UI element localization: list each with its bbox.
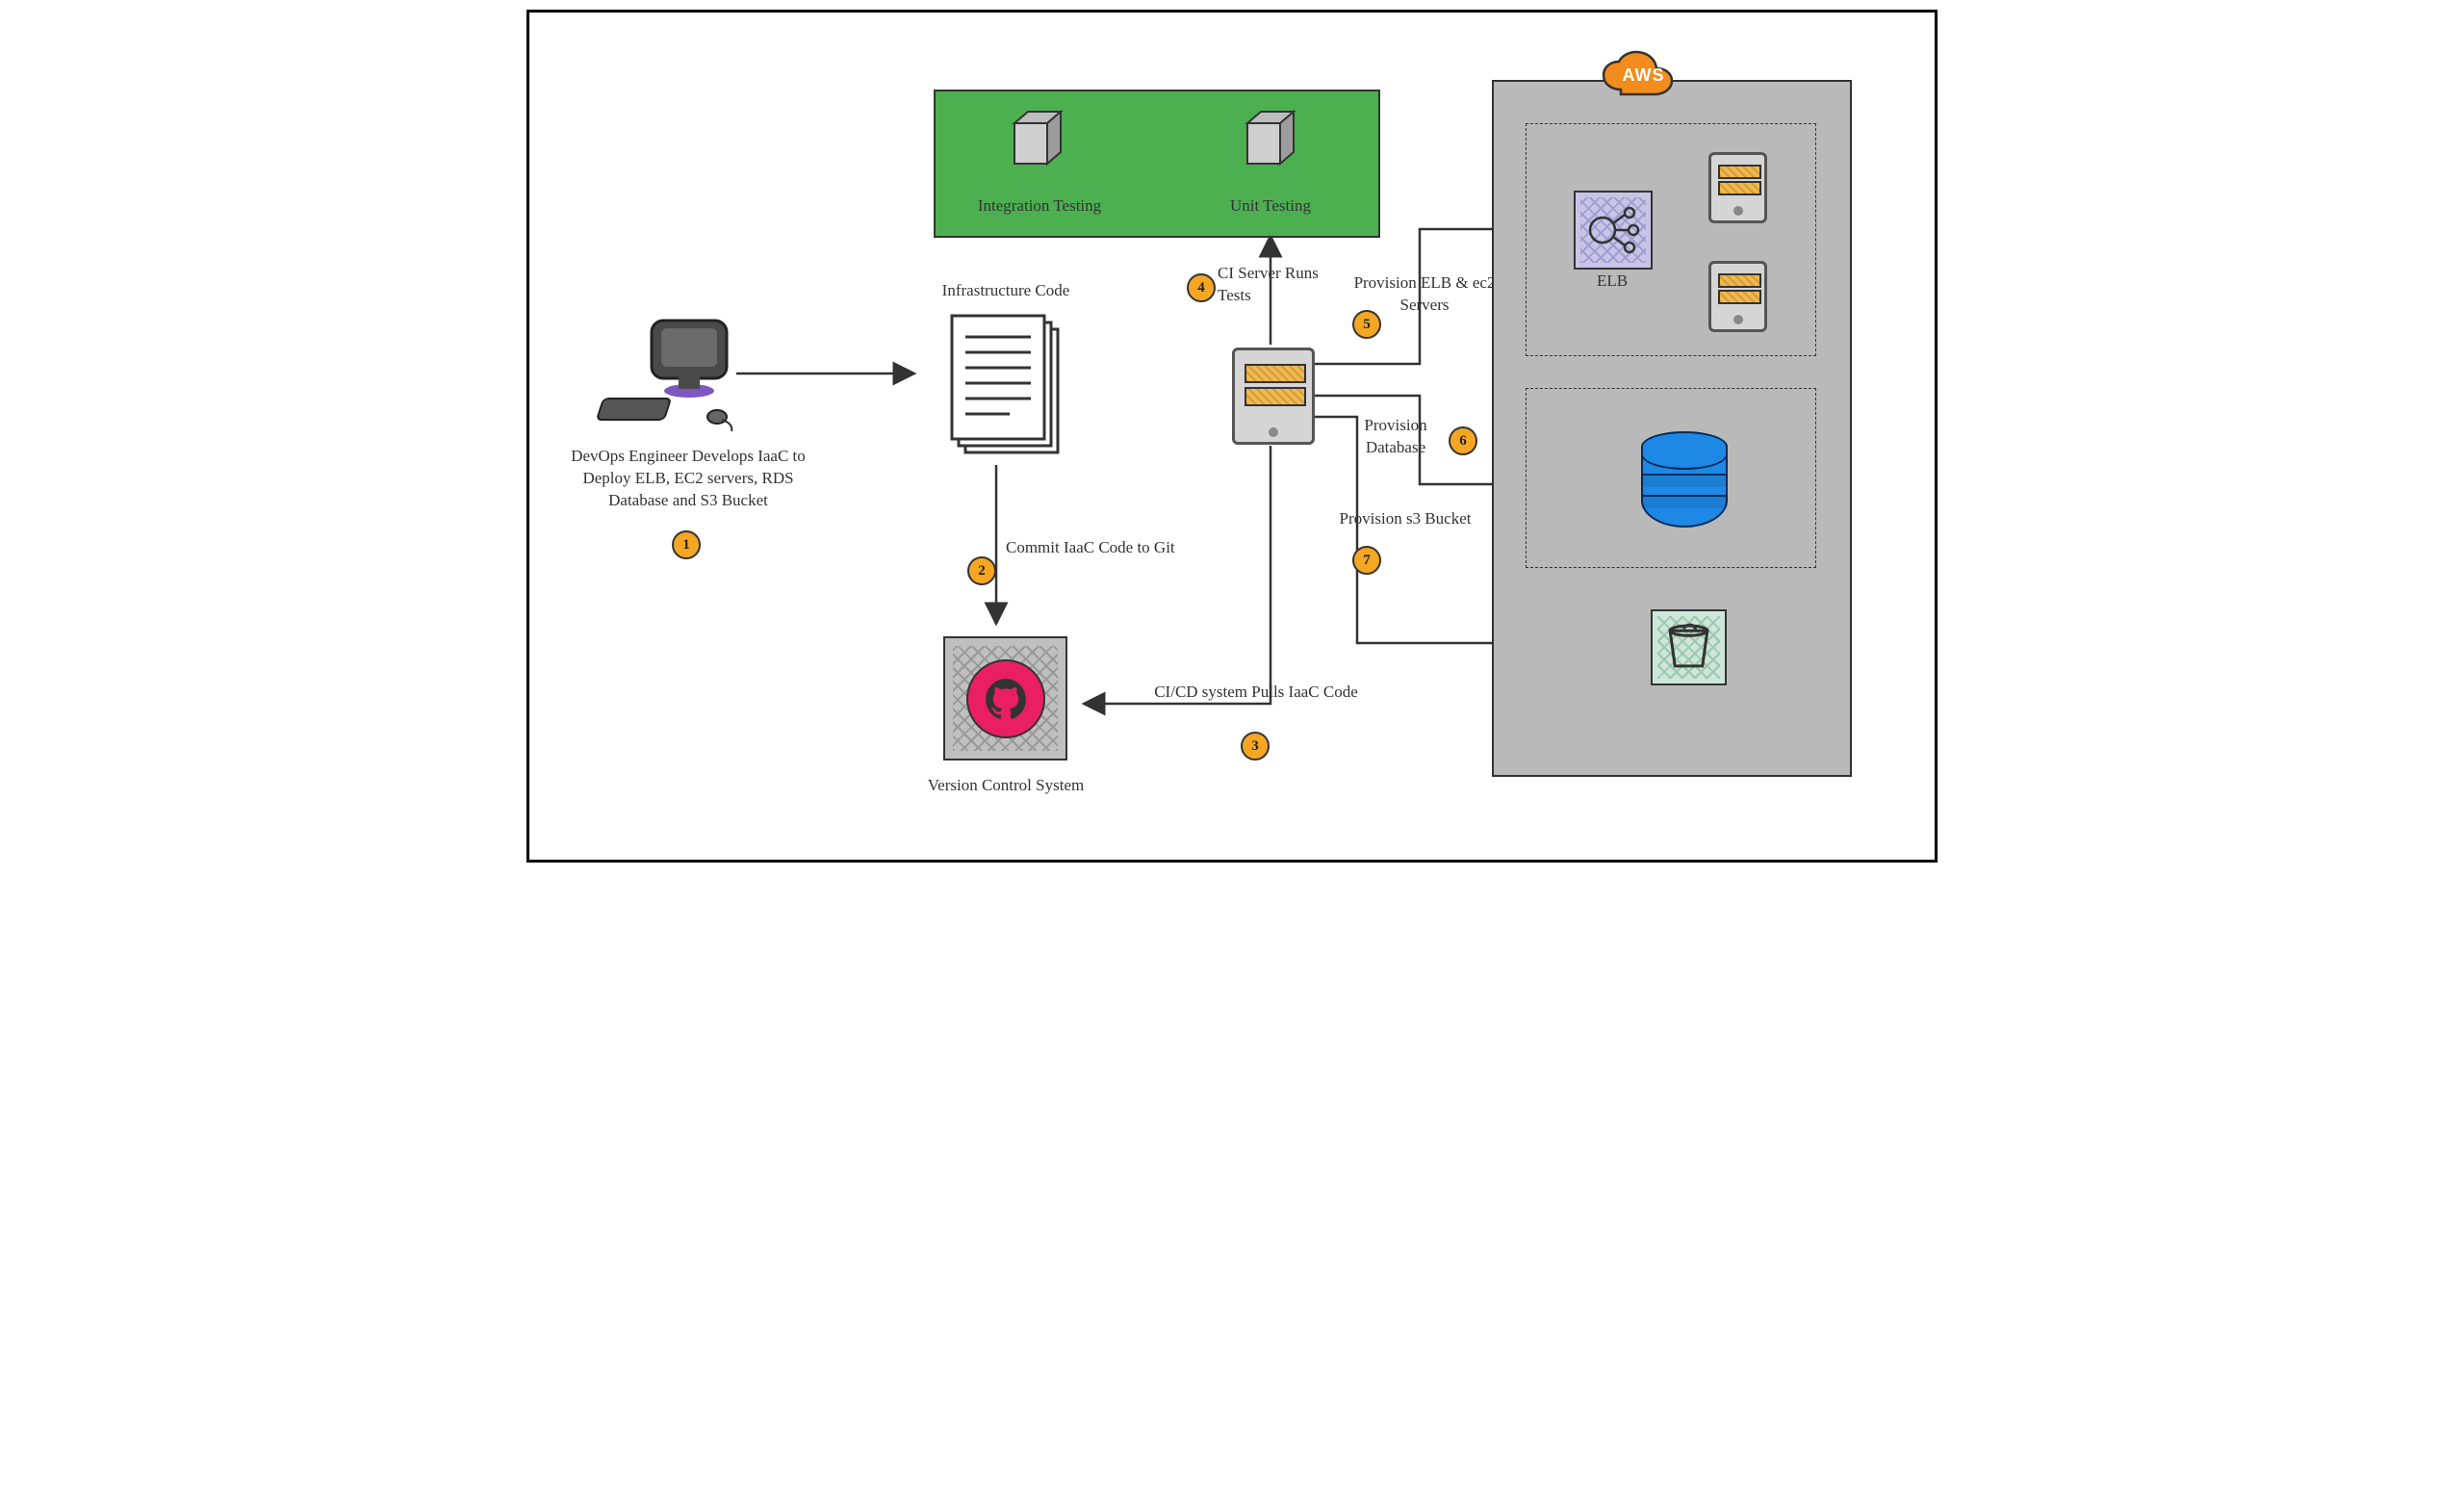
step-3-label: CI/CD system Pulls IaaC Code xyxy=(1150,682,1362,704)
devops-workstation-icon xyxy=(621,316,746,431)
unit-testing-label: Unit Testing xyxy=(1198,195,1343,218)
step-4-label: CI Server Runs Tests xyxy=(1218,263,1352,307)
ec2-server-1-icon xyxy=(1708,152,1767,223)
ec2-server-2-icon xyxy=(1708,261,1767,332)
infra-code-label: Infrastructure Code xyxy=(910,280,1102,302)
aws-rds-icon xyxy=(1641,431,1728,528)
step-2-badge: 2 xyxy=(967,556,996,585)
diagram-canvas: Integration Testing Unit Testing DevOps … xyxy=(526,10,1938,863)
git-vcs-icon xyxy=(943,636,1067,760)
aws-badge-label: AWS xyxy=(1612,65,1675,86)
integration-testing-label: Integration Testing xyxy=(948,195,1131,218)
step-1-label: DevOps Engineer Develops IaaC to Deploy … xyxy=(563,446,813,512)
aws-compute-group xyxy=(1526,123,1816,356)
step-5-badge: 5 xyxy=(1352,310,1381,339)
ci-cd-server-icon xyxy=(1232,348,1315,445)
infrastructure-code-icon xyxy=(929,304,1078,468)
elb-label: ELB xyxy=(1583,271,1641,293)
step-7-badge: 7 xyxy=(1352,546,1381,575)
step-1-badge: 1 xyxy=(672,530,701,559)
step-3-badge: 3 xyxy=(1241,732,1270,760)
aws-s3-icon xyxy=(1651,609,1727,685)
vcs-label: Version Control System xyxy=(905,775,1107,797)
unit-testing-cube xyxy=(1234,112,1301,169)
step-2-label: Commit IaaC Code to Git xyxy=(1006,537,1179,559)
integration-testing-cube xyxy=(1001,112,1068,169)
aws-elb-icon xyxy=(1574,191,1653,270)
step-6-badge: 6 xyxy=(1449,426,1477,455)
step-6-label: Provision Database xyxy=(1333,415,1458,459)
step-4-badge: 4 xyxy=(1187,273,1216,302)
step-7-label: Provision s3 Bucket xyxy=(1338,508,1473,530)
